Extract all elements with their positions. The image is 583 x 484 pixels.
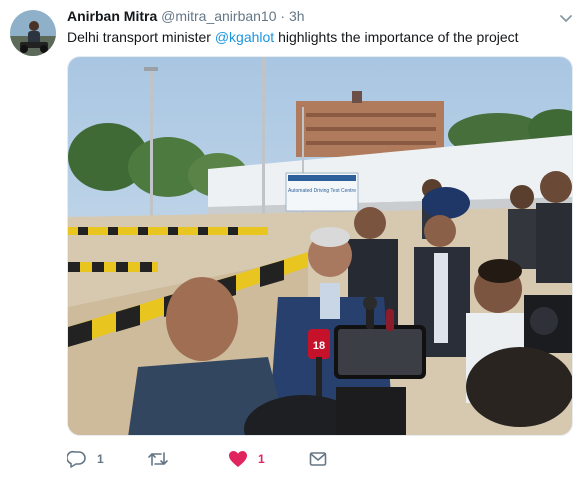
heart-icon — [228, 450, 248, 468]
envelope-icon — [309, 451, 327, 467]
chevron-down-icon[interactable] — [558, 12, 574, 26]
avatar[interactable] — [10, 10, 56, 56]
tweet-text: Delhi transport minister @kgahlot highli… — [67, 28, 519, 47]
tweet-text-before: Delhi transport minister — [67, 29, 215, 45]
action-bar: 1 1 — [67, 448, 367, 470]
reply-icon — [67, 450, 87, 468]
author-handle[interactable]: @mitra_anirban10 — [161, 8, 276, 24]
retweet-icon — [147, 450, 169, 468]
like-count: 1 — [258, 452, 265, 466]
reply-count: 1 — [97, 452, 104, 466]
mention-link[interactable]: @kgahlot — [215, 29, 274, 45]
svg-text:18: 18 — [313, 340, 325, 352]
separator: · — [280, 8, 286, 24]
tweet-photo[interactable]: Automated Driving Test Centre 18 — [67, 56, 573, 436]
tweet-time[interactable]: 3h — [289, 8, 305, 24]
author-name[interactable]: Anirban Mitra — [67, 8, 157, 24]
like-button[interactable]: 1 — [228, 448, 265, 470]
photo-sign-text: Automated Driving Test Centre — [288, 188, 356, 194]
tweet-header: Anirban Mitra @mitra_anirban10 · 3h — [67, 8, 305, 24]
retweet-button[interactable] — [147, 448, 179, 470]
reply-button[interactable]: 1 — [67, 448, 104, 470]
direct-message-button[interactable] — [309, 448, 327, 470]
tweet-text-after: highlights the importance of the project — [274, 29, 519, 45]
